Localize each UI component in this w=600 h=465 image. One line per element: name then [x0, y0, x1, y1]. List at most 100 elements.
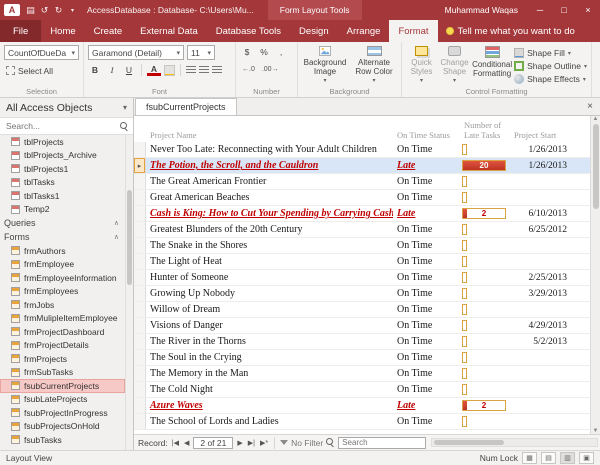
cell-project-name[interactable]: The Soul in the Crying [146, 350, 393, 365]
increase-decimals-button[interactable]: ←.0 [240, 62, 257, 76]
record-position[interactable]: 2 of 21 [193, 437, 233, 449]
record-selector[interactable] [134, 206, 146, 221]
percent-format-button[interactable]: % [257, 45, 271, 59]
cell-late-tasks[interactable] [460, 174, 510, 189]
cell-project-name[interactable]: The Snake in the Shores [146, 238, 393, 253]
record-selector[interactable] [134, 238, 146, 253]
table-row[interactable]: Growing Up Nobody On Time [134, 286, 590, 302]
ribbon-tab[interactable]: Arrange [338, 20, 390, 42]
table-row[interactable]: Hunter of Someone On Time [134, 270, 590, 286]
cell-project-start[interactable] [510, 254, 571, 269]
cell-project-name[interactable]: Never Too Late: Reconnecting with Your A… [146, 142, 393, 157]
nav-item-form[interactable]: fsubTasks [0, 433, 125, 447]
scrollbar-thumb[interactable] [593, 124, 599, 209]
cell-project-name[interactable]: The Potion, the Scroll, and the Cauldron [146, 158, 393, 173]
alternate-row-color-button[interactable]: Alternate Row Color ▾ [351, 45, 397, 85]
nav-item-table[interactable]: tblProjects_Archive [0, 149, 125, 163]
horizontal-scrollbar-thumb[interactable] [434, 440, 504, 445]
nav-item-form[interactable]: frmSubTasks [0, 366, 125, 380]
cell-on-time-status[interactable]: On Time [393, 270, 460, 285]
filter-status-label[interactable]: No Filter [291, 438, 323, 448]
ribbon-tab[interactable]: Home [41, 20, 84, 42]
cell-project-name[interactable]: The Memory in the Man [146, 366, 393, 381]
cell-late-tasks[interactable] [460, 334, 510, 349]
cell-project-start[interactable] [510, 366, 571, 381]
nav-scrollbar[interactable] [125, 135, 133, 450]
cell-on-time-status[interactable]: On Time [393, 174, 460, 189]
record-selector[interactable] [134, 302, 146, 317]
table-row[interactable]: The Light of Heat On Time [134, 254, 590, 270]
cell-on-time-status[interactable]: On Time [393, 318, 460, 333]
cell-on-time-status[interactable]: On Time [393, 142, 460, 157]
save-icon[interactable]: ▤ [24, 5, 37, 16]
cell-project-start[interactable] [510, 302, 571, 317]
cell-project-start[interactable]: 1/26/2013 [510, 142, 571, 157]
cell-project-name[interactable]: The Great American Frontier [146, 174, 393, 189]
cell-late-tasks[interactable] [460, 238, 510, 253]
next-record-button[interactable]: ▶ [236, 439, 243, 447]
last-record-button[interactable]: ▶| [247, 439, 256, 447]
shape-outline-button[interactable]: Shape Outline ▾ [514, 60, 587, 72]
shape-fill-button[interactable]: Shape Fill ▾ [514, 47, 587, 59]
table-row[interactable]: The Potion, the Scroll, and the Cauldron… [134, 158, 590, 174]
ribbon-tab[interactable]: File [0, 20, 41, 42]
nav-item-form[interactable]: frmEmployees [0, 285, 125, 299]
nav-item-form[interactable]: fsubProjectInProgress [0, 406, 125, 420]
tell-me-box[interactable]: Tell me what you want to do [446, 20, 575, 42]
cell-project-start[interactable] [510, 382, 571, 397]
record-selector[interactable] [134, 174, 146, 189]
cell-on-time-status[interactable]: On Time [393, 238, 460, 253]
nav-item-form[interactable]: frmEmployeeInformation [0, 271, 125, 285]
cell-project-start[interactable]: 5/2/2013 [510, 334, 571, 349]
chevron-down-icon[interactable]: ▾ [123, 103, 127, 112]
cell-on-time-status[interactable]: On Time [393, 350, 460, 365]
record-selector[interactable] [134, 286, 146, 301]
cell-project-name[interactable]: Azure Waves [146, 398, 393, 413]
table-row[interactable]: The Memory in the Man On Time [134, 366, 590, 382]
new-record-button[interactable]: ▶* [259, 439, 269, 447]
close-tab-icon[interactable]: × [580, 101, 600, 112]
cell-project-start[interactable] [510, 190, 571, 205]
form-view-button[interactable]: ▦ [522, 452, 537, 464]
column-header-project-name[interactable]: Project Name [146, 131, 393, 140]
cell-project-start[interactable]: 6/10/2013 [510, 206, 571, 221]
font-color-button[interactable]: A [147, 64, 161, 76]
ribbon-tab[interactable]: Design [290, 20, 338, 42]
nav-item-form[interactable]: frmProjectDashboard [0, 325, 125, 339]
nav-item-form[interactable]: frmAuthors [0, 244, 125, 258]
minimize-button[interactable]: ─ [528, 0, 552, 20]
design-view-button[interactable]: ▣ [579, 452, 594, 464]
scroll-up-icon[interactable]: ▲ [593, 116, 599, 122]
control-selector-combo[interactable]: CountOfDueDa ▾ [4, 45, 79, 60]
vertical-scrollbar[interactable]: ▲ ▼ [590, 116, 600, 434]
comma-format-button[interactable]: , [274, 45, 288, 59]
cell-late-tasks[interactable] [460, 142, 510, 157]
cell-project-name[interactable]: The River in the Thorns [146, 334, 393, 349]
cell-late-tasks[interactable] [460, 190, 510, 205]
nav-item-form[interactable]: frmMulipleItemEmployee [0, 312, 125, 326]
record-selector[interactable] [134, 382, 146, 397]
quick-styles-button[interactable]: Quick Styles ▾ [406, 45, 437, 85]
bold-button[interactable]: B [88, 63, 102, 77]
cell-late-tasks[interactable] [460, 254, 510, 269]
nav-group-forms[interactable]: Forms ∧ [0, 230, 125, 244]
cell-on-time-status[interactable]: On Time [393, 190, 460, 205]
italic-button[interactable]: I [105, 63, 119, 77]
cell-on-time-status[interactable]: Late [393, 206, 460, 221]
cell-late-tasks[interactable] [460, 318, 510, 333]
record-search-input[interactable] [338, 437, 426, 449]
currency-format-button[interactable]: $ [240, 45, 254, 59]
nav-item-table[interactable]: Temp2 [0, 203, 125, 217]
align-center-icon[interactable] [199, 66, 209, 74]
record-selector[interactable] [134, 398, 146, 413]
cell-project-start[interactable] [510, 398, 571, 413]
cell-project-name[interactable]: Visions of Danger [146, 318, 393, 333]
nav-item-table[interactable]: tblTasks [0, 176, 125, 190]
cell-project-name[interactable]: Great American Beaches [146, 190, 393, 205]
first-record-button[interactable]: |◀ [171, 439, 180, 447]
nav-item-table[interactable]: tblProjects [0, 135, 125, 149]
layout-view-button[interactable]: ▥ [560, 452, 575, 464]
qat-customize-icon[interactable]: ▾ [66, 7, 79, 14]
cell-late-tasks[interactable] [460, 302, 510, 317]
underline-button[interactable]: U [122, 63, 136, 77]
